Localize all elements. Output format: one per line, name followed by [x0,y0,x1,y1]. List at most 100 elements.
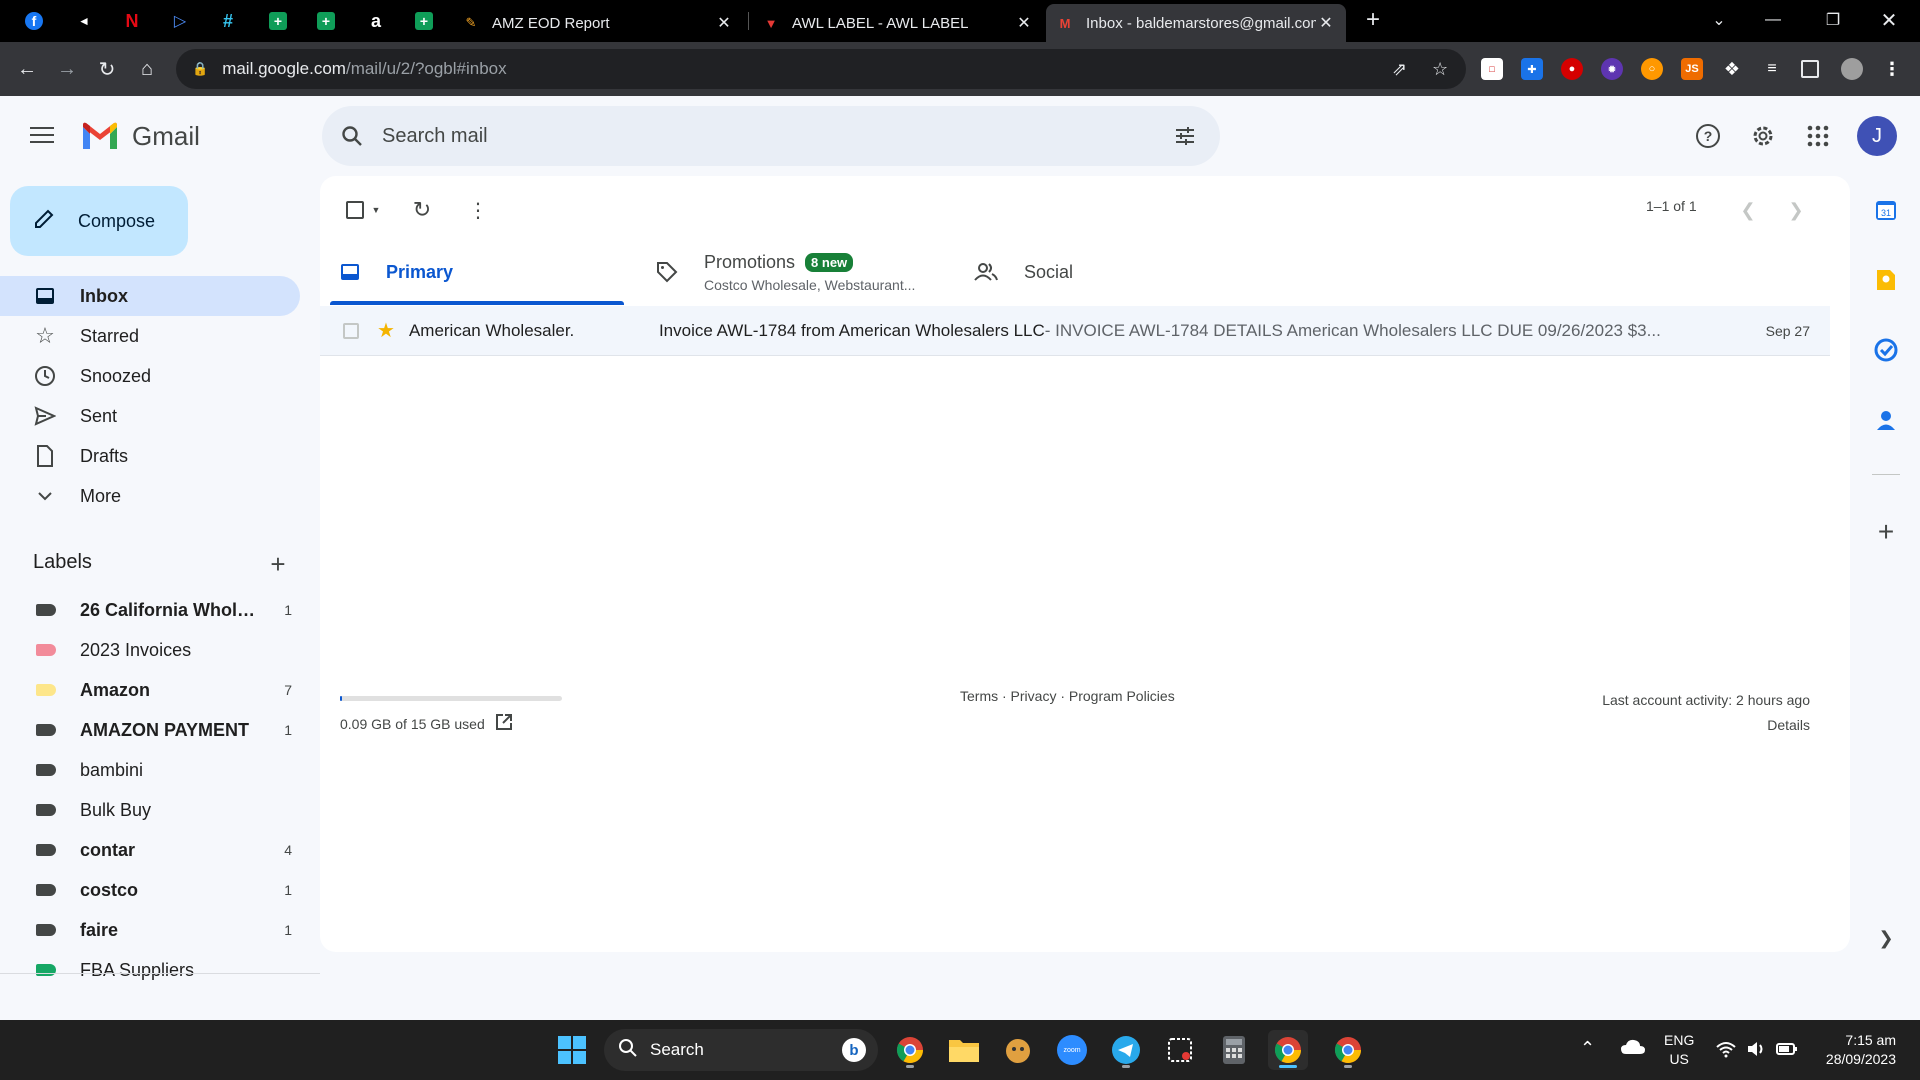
nav-item-snoozed[interactable]: Snoozed [0,356,300,396]
details-link[interactable]: Details [1602,713,1810,738]
minimize-icon[interactable]: — [1750,0,1796,40]
tab-promotions[interactable]: Promotions 8 new Costco Wholesale, Webst… [656,238,915,306]
zoom-icon[interactable]: zoom [1052,1030,1092,1070]
get-addons-plus-icon[interactable]: + [1872,516,1900,547]
apps-grid-icon[interactable] [1800,118,1836,154]
main-menu-icon[interactable] [28,122,56,150]
pinned-tab-facebook[interactable]: f [16,6,52,36]
label-item[interactable]: 26 California Whole... 1 [0,590,300,630]
input-language-indicator[interactable]: ENG US [1664,1031,1694,1069]
label-item[interactable]: bambini [0,750,300,790]
tab-social[interactable]: Social [974,238,1073,306]
system-status-group[interactable] [1716,1040,1798,1061]
nav-item-drafts[interactable]: Drafts [0,436,300,476]
label-item[interactable]: FBA Suppliers [0,950,300,990]
snipping-tool-icon[interactable] [1160,1030,1200,1070]
newer-page-icon[interactable]: ❮ [1730,192,1766,228]
side-panel-icon[interactable] [1801,60,1819,78]
label-item[interactable]: 2023 Invoices [0,630,300,670]
calendar-icon[interactable]: 31 [1872,196,1900,224]
show-side-panel-chevron-icon[interactable]: ❯ [1872,924,1900,952]
settings-gear-icon[interactable] [1745,118,1781,154]
clock-area[interactable]: 7:15 am 28/09/2023 [1812,1031,1896,1069]
nav-item-sent[interactable]: Sent [0,396,300,436]
label-item[interactable]: Bulk Buy [0,790,300,830]
extensions-puzzle-icon[interactable]: ❖ [1721,58,1743,80]
profile-avatar-icon[interactable] [1841,58,1863,80]
windows-start-icon[interactable] [552,1030,592,1070]
browser-tab[interactable]: ✎ AMZ EOD Report ✕ [452,4,744,42]
pinned-tab-audio[interactable]: ◄ [66,6,102,36]
select-all-checkbox[interactable]: ▼ [340,190,386,230]
tasks-icon[interactable] [1872,336,1900,364]
calculator-icon[interactable] [1214,1030,1254,1070]
footer-links[interactable]: Terms · Privacy · Program Policies [960,688,1175,704]
media-queue-icon[interactable]: ≡ [1761,58,1783,80]
search-bar[interactable] [322,106,1220,166]
back-icon[interactable]: ← [12,54,42,84]
extension-4-icon[interactable]: ✹ [1601,58,1623,80]
pinned-tab-slack[interactable]: # [210,6,246,36]
pinned-tab-sheets-3[interactable]: + [406,6,442,36]
email-select-checkbox[interactable] [343,322,359,339]
taskbar-search-box[interactable]: Search b [604,1029,878,1071]
extension-js-icon[interactable]: JS [1681,58,1703,80]
home-icon[interactable]: ⌂ [132,54,162,84]
share-icon[interactable]: ⇗ [1392,59,1407,80]
search-icon[interactable] [322,124,382,148]
show-hidden-icons-chevron-icon[interactable]: ⌃ [1580,1038,1595,1059]
new-tab-button[interactable]: + [1350,0,1396,40]
contacts-icon[interactable] [1872,406,1900,434]
label-item[interactable]: costco 1 [0,870,300,910]
pinned-tab-amazon[interactable]: a [358,6,394,36]
onedrive-cloud-icon[interactable] [1620,1038,1646,1059]
account-avatar[interactable]: J [1857,116,1897,156]
browser-tab[interactable]: ▼ AWL LABEL - AWL LABEL ✕ [752,4,1044,42]
extension-5-icon[interactable]: ○ [1641,58,1663,80]
older-page-icon[interactable]: ❯ [1778,192,1814,228]
restore-icon[interactable]: ❐ [1810,0,1856,40]
pinned-tab-sheets-1[interactable]: + [260,6,296,36]
star-icon[interactable]: ★ [377,318,395,343]
storage-usage[interactable]: 0.09 GB of 15 GB used [340,713,513,734]
compose-button[interactable]: Compose [10,186,188,256]
telegram-icon[interactable] [1106,1030,1146,1070]
close-tab-icon[interactable]: ✕ [1014,13,1034,33]
close-tab-icon[interactable]: ✕ [714,13,734,33]
tab-search-icon[interactable]: ⌄ [1696,0,1742,40]
create-label-plus-icon[interactable]: + [266,549,290,580]
forward-icon[interactable]: → [52,54,82,84]
pinned-tab-sheets-2[interactable]: + [308,6,344,36]
chrome-profile-3-icon[interactable] [1328,1030,1368,1070]
reload-icon[interactable]: ↻ [92,54,122,84]
help-icon[interactable]: ? [1690,118,1726,154]
search-options-icon[interactable] [1150,124,1220,148]
pinned-tab-play[interactable]: ▷ [162,6,198,36]
chrome-profile-2-icon[interactable] [1268,1030,1308,1070]
label-item[interactable]: Amazon 7 [0,670,300,710]
app-character-icon[interactable] [998,1030,1038,1070]
chrome-menu-icon[interactable]: ⋮ [1881,58,1903,80]
pinned-tab-netflix[interactable]: N [114,6,150,36]
search-input[interactable] [382,124,1150,148]
label-item[interactable]: AMAZON PAYMENT 1 [0,710,300,750]
extension-3-icon[interactable]: ● [1561,58,1583,80]
extension-1-icon[interactable]: □ [1481,58,1503,80]
bookmark-star-icon[interactable]: ☆ [1432,59,1448,80]
tab-primary[interactable]: Primary [340,238,453,306]
label-item[interactable]: contar 4 [0,830,300,870]
address-bar[interactable]: 🔒 mail.google.com/mail/u/2/?ogbl#inbox ⇗… [176,49,1466,89]
browser-tab-active[interactable]: M Inbox - baldemarstores@gmail.com ✕ [1046,4,1346,42]
gmail-logo-icon[interactable] [80,120,120,152]
label-item[interactable]: faire 1 [0,910,300,950]
nav-item-starred[interactable]: ☆ Starred [0,316,300,356]
nav-item-more[interactable]: More [0,476,300,516]
close-window-icon[interactable]: ✕ [1866,0,1912,40]
extension-2-icon[interactable]: ✚ [1521,58,1543,80]
chrome-profile-1-icon[interactable] [890,1030,930,1070]
more-options-icon[interactable]: ⋮ [458,190,498,230]
nav-item-inbox[interactable]: Inbox [0,276,300,316]
close-tab-icon[interactable]: ✕ [1316,13,1336,33]
keep-icon[interactable] [1872,266,1900,294]
email-row[interactable]: ★ American Wholesaler. Invoice AWL-1784 … [320,306,1830,356]
